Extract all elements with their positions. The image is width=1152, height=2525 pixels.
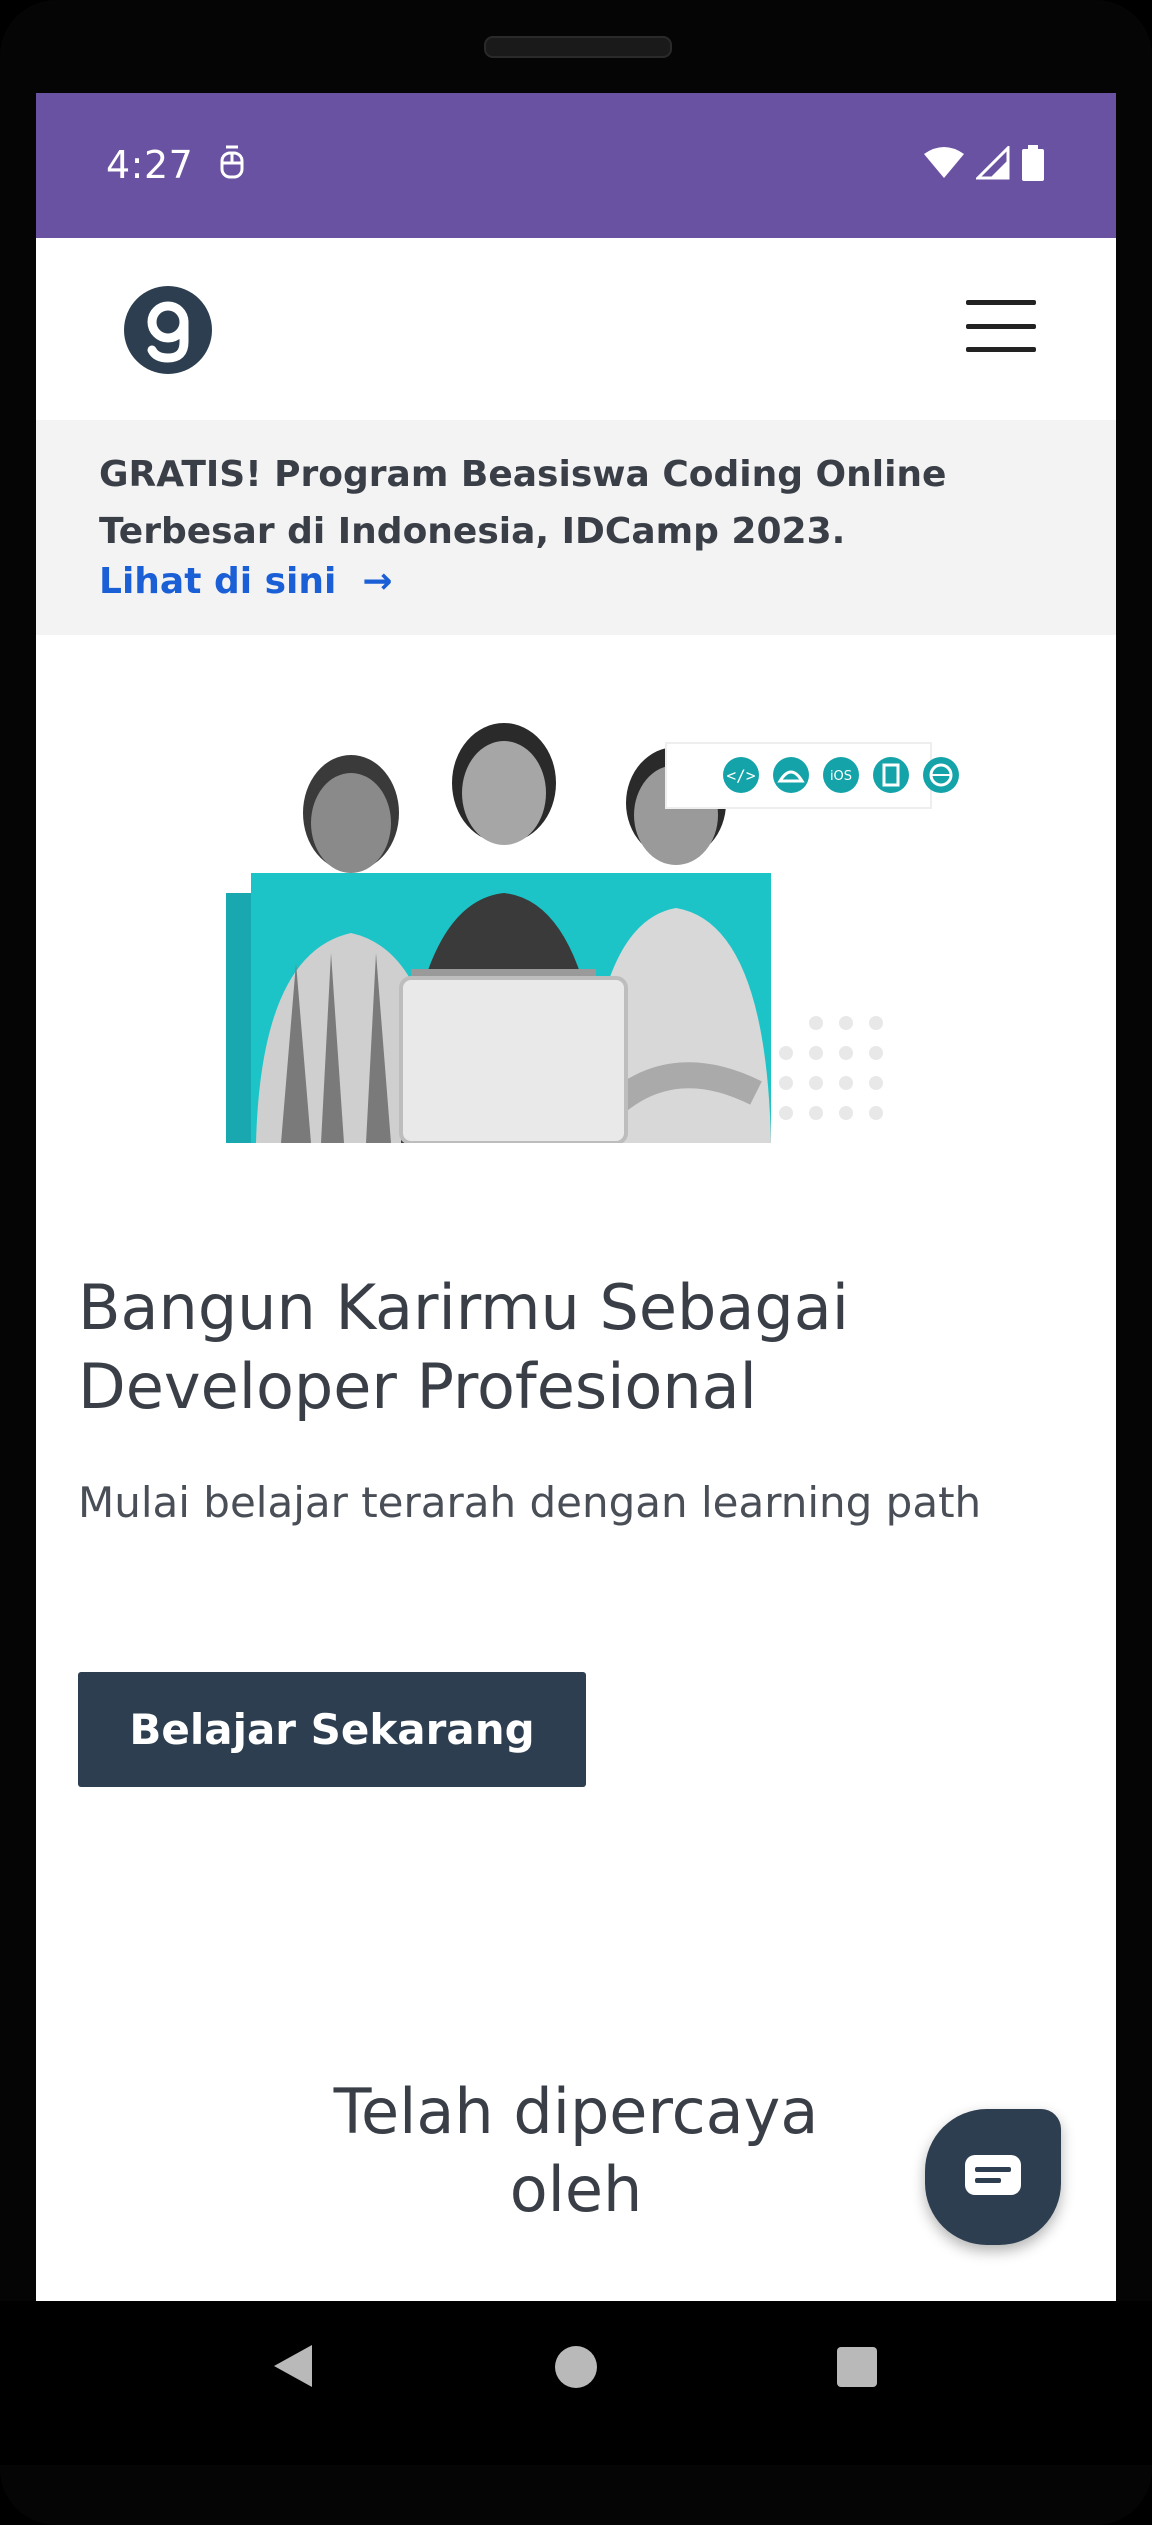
hero-illustration: </> iOS — [226, 723, 959, 1143]
hero-subtitle: Mulai belajar terarah dengan learning pa… — [78, 1478, 982, 1527]
status-time: 4:27 — [106, 143, 194, 187]
battery-icon — [1022, 145, 1044, 181]
recents-square-icon[interactable] — [837, 2347, 877, 2387]
notification-icon — [220, 145, 244, 179]
status-bar: 4:27 — [36, 93, 1116, 238]
dicoding-logo-icon[interactable] — [124, 286, 212, 374]
chat-bubble-icon — [965, 2155, 1021, 2195]
status-icons — [924, 145, 1044, 181]
hamburger-menu-icon[interactable] — [966, 300, 1036, 352]
home-circle-icon[interactable] — [555, 2346, 597, 2388]
arrow-right-icon: → — [362, 561, 393, 602]
wifi-icon — [924, 147, 964, 178]
earpiece-speaker — [484, 36, 672, 58]
banner-link-label: Lihat di sini — [99, 561, 337, 602]
phone-frame: 4:27 GRATIS! Program Beasiswa Coding Onl… — [0, 0, 1152, 2525]
cell-signal-icon — [976, 146, 1010, 180]
hero-title: Bangun Karirmu Sebagai Developer Profesi… — [78, 1271, 849, 1423]
banner-link[interactable]: Lihat di sini → — [99, 561, 393, 602]
promo-banner: GRATIS! Program Beasiswa Coding Online T… — [36, 420, 1116, 635]
chat-button[interactable] — [925, 2109, 1061, 2245]
back-triangle-icon[interactable] — [272, 2343, 314, 2389]
screen: 4:27 GRATIS! Program Beasiswa Coding Onl… — [36, 93, 1116, 2301]
system-nav-bar — [0, 2301, 1152, 2465]
banner-text: GRATIS! Program Beasiswa Coding Online T… — [99, 454, 947, 552]
svg-text:</>: </> — [727, 766, 756, 785]
belajar-sekarang-button[interactable]: Belajar Sekarang — [78, 1672, 586, 1787]
site-header — [36, 238, 1116, 416]
ios-badge-label: iOS — [830, 769, 852, 784]
